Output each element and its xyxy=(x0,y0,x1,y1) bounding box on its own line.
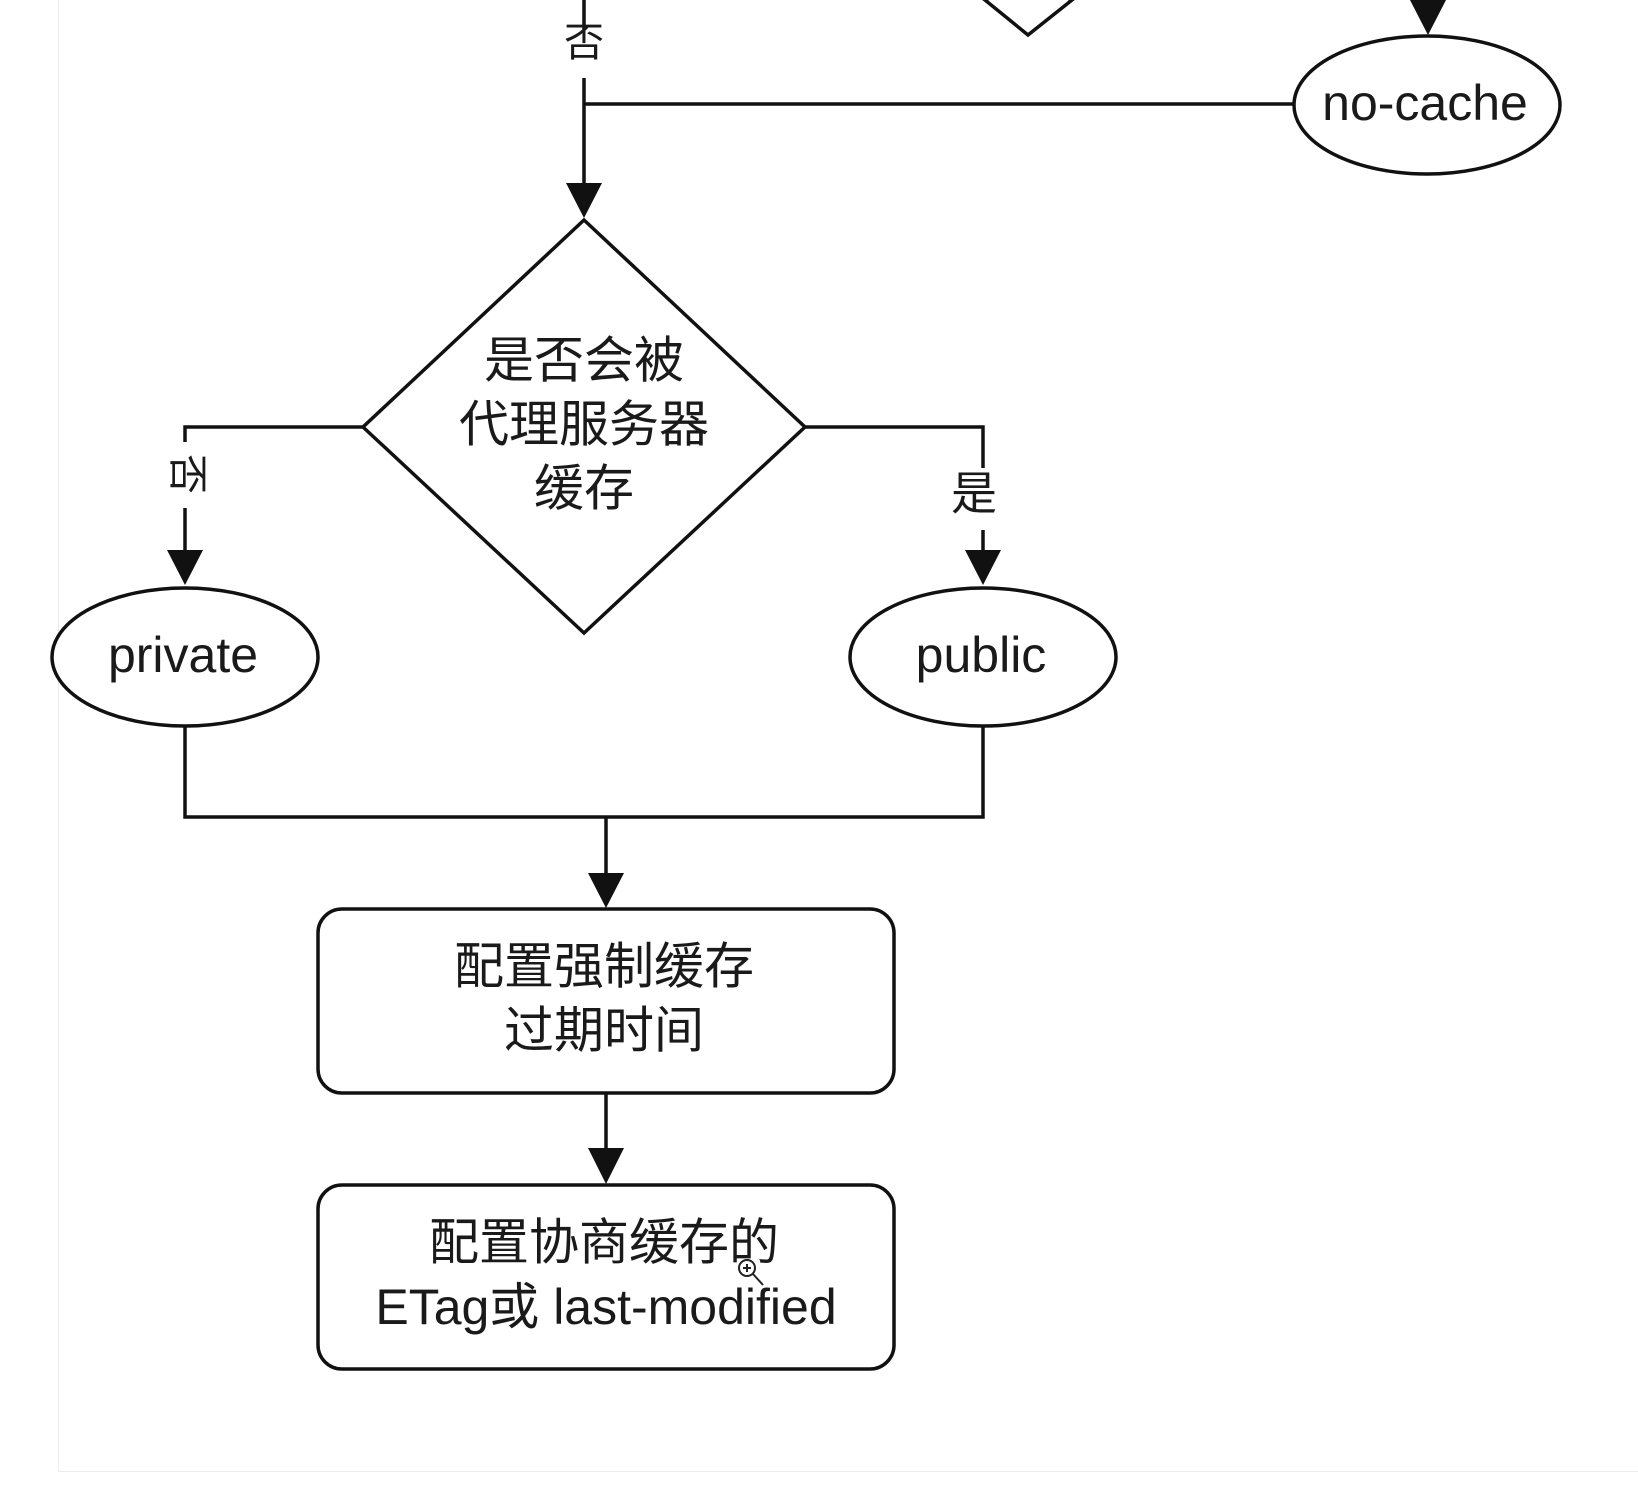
no-cache-label: no-cache xyxy=(1322,75,1528,131)
left-no-label: 否 xyxy=(164,454,210,494)
arrow-to-strong-cache xyxy=(588,873,624,908)
flowchart: 否 no-cache 是否会被 代理服务器 缓存 否 是 private pub… xyxy=(50,0,1562,1371)
public-label: public xyxy=(916,627,1047,683)
top-no-label: 否 xyxy=(564,20,604,66)
arrow-to-proxy-decision xyxy=(566,183,602,218)
negotiated-cache-line2: ETag或 last-modified xyxy=(375,1279,836,1335)
private-label: private xyxy=(108,627,258,683)
top-decision-diamond-fragment xyxy=(982,0,1075,38)
proxy-decision-line1: 是否会被 xyxy=(484,332,684,390)
proxy-decision-line2: 代理服务器 xyxy=(459,396,709,454)
arrow-to-no-cache xyxy=(1410,0,1446,35)
screenshot-stage: 否 no-cache 是否会被 代理服务器 缓存 否 是 private pub… xyxy=(0,0,1638,1496)
arrow-to-negotiated-cache xyxy=(588,1148,624,1184)
negotiated-cache-line1: 配置协商缓存的 xyxy=(429,1214,779,1272)
right-branch-connector-top xyxy=(805,425,985,468)
left-branch-connector-top xyxy=(183,425,363,442)
right-yes-label: 是 xyxy=(951,467,997,521)
proxy-decision-line3: 缓存 xyxy=(534,460,634,518)
merge-connector xyxy=(183,726,985,819)
strong-cache-line1: 配置强制缓存 xyxy=(454,938,754,996)
strong-cache-line2: 过期时间 xyxy=(504,1002,704,1060)
arrow-to-private xyxy=(167,550,203,585)
arrow-to-public xyxy=(965,550,1001,585)
